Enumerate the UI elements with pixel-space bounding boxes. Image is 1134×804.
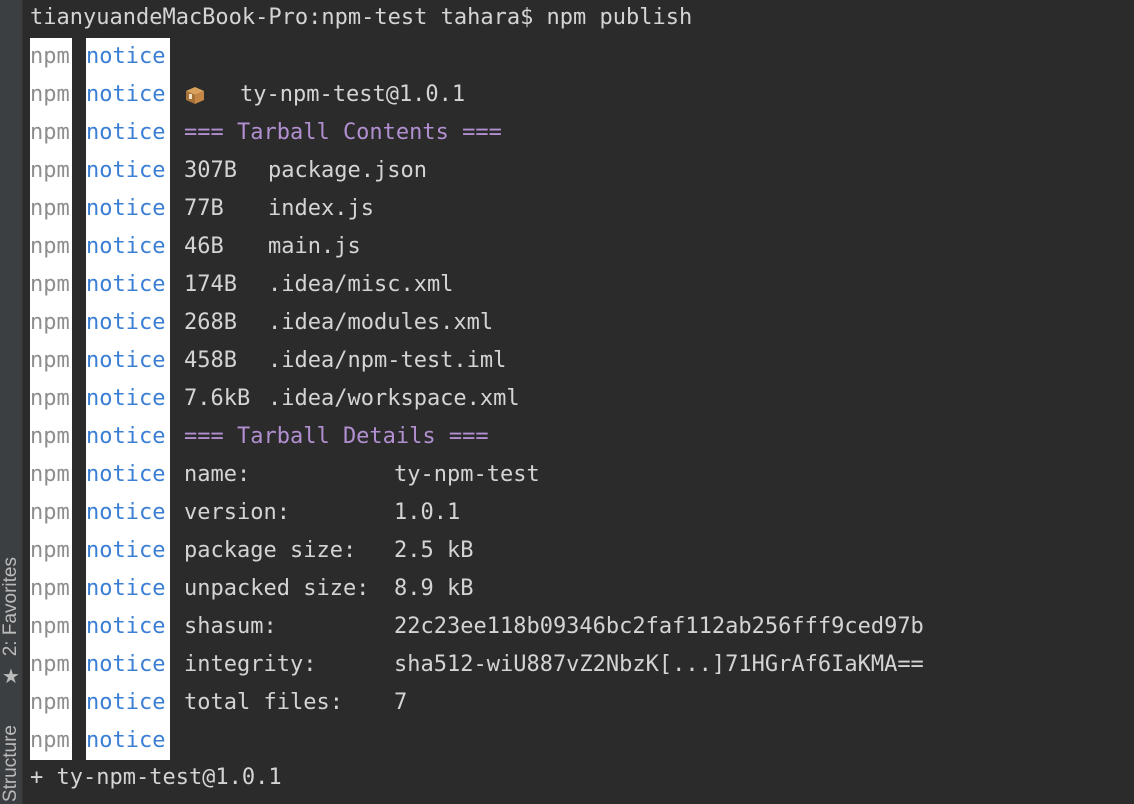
npm-tag: npm <box>30 380 72 418</box>
npm-tag: npm <box>30 494 72 532</box>
detail-line: npm notice version: 1.0.1 <box>30 494 460 532</box>
npm-tag: npm <box>30 76 72 114</box>
notice-tag: notice <box>86 304 170 342</box>
notice-tag: notice <box>86 570 170 608</box>
detail-key: total files: <box>184 690 343 715</box>
file-line: npm notice 174B .idea/misc.xml <box>30 266 453 304</box>
ide-terminal-window: 2: Favorites ★ Structure tianyuandeMacBo… <box>0 0 1134 804</box>
file-size: 7.6kB <box>184 386 251 411</box>
log-line: npm notice === Tarball Details === <box>30 418 489 456</box>
detail-key: unpacked size: <box>184 576 370 601</box>
notice-tag: notice <box>86 114 170 152</box>
npm-tag: npm <box>30 228 72 266</box>
package-icon <box>186 87 204 104</box>
file-path: .idea/npm-test.iml <box>268 348 507 373</box>
file-path: .idea/misc.xml <box>268 272 454 297</box>
detail-value: 2.5 kB <box>394 538 474 563</box>
file-path: .idea/modules.xml <box>268 310 494 335</box>
file-line: npm notice 268B .idea/modules.xml <box>30 304 493 342</box>
detail-line: npm notice package size: 2.5 kB <box>30 532 473 570</box>
structure-tab-label: Structure <box>0 725 21 803</box>
detail-value: 1.0.1 <box>394 500 461 525</box>
notice-tag: notice <box>86 228 170 266</box>
file-line: npm notice 77B index.js <box>30 190 374 228</box>
notice-tag: notice <box>86 646 170 684</box>
log-line: npm notice <box>30 722 170 760</box>
structure-tool-tab[interactable]: Structure <box>0 715 22 804</box>
npm-tag: npm <box>30 266 72 304</box>
detail-value: 8.9 kB <box>394 576 474 601</box>
tarball-contents-heading: === Tarball Contents === <box>184 120 502 145</box>
notice-tag: notice <box>86 722 170 760</box>
npm-tag: npm <box>30 152 72 190</box>
file-line: npm notice 7.6kB .idea/workspace.xml <box>30 380 520 418</box>
detail-key: version: <box>184 500 290 525</box>
log-line: npm notice === Tarball Contents === <box>30 114 502 152</box>
notice-tag: notice <box>86 152 170 190</box>
log-line: npm notice <box>30 38 170 76</box>
npm-tag: npm <box>30 190 72 228</box>
package-id: ty-npm-test@1.0.1 <box>240 82 466 107</box>
npm-tag: npm <box>30 456 72 494</box>
npm-tag: npm <box>30 646 72 684</box>
file-size: 307B <box>184 158 237 183</box>
npm-tag: npm <box>30 608 72 646</box>
notice-tag: notice <box>86 38 170 76</box>
tool-window-strip: 2: Favorites ★ Structure <box>0 0 23 804</box>
terminal-output[interactable]: tianyuandeMacBook-Pro:npm-test tahara$ n… <box>30 0 1134 804</box>
detail-key: package size: <box>184 538 357 563</box>
notice-tag: notice <box>86 608 170 646</box>
notice-tag: notice <box>86 456 170 494</box>
file-path: .idea/workspace.xml <box>268 386 520 411</box>
npm-tag: npm <box>30 532 72 570</box>
notice-tag: notice <box>86 266 170 304</box>
notice-tag: notice <box>86 494 170 532</box>
file-size: 268B <box>184 310 237 335</box>
file-line: npm notice 46B main.js <box>30 228 361 266</box>
file-size: 77B <box>184 196 224 221</box>
file-path: main.js <box>268 234 361 259</box>
tarball-details-heading: === Tarball Details === <box>184 424 489 449</box>
favorites-tab-label: 2: Favorites <box>0 556 21 656</box>
detail-line: npm notice total files: 7 <box>30 684 407 722</box>
detail-key: name: <box>184 462 251 487</box>
npm-tag: npm <box>30 114 72 152</box>
favorites-tool-tab[interactable]: 2: Favorites ★ <box>0 520 22 690</box>
notice-tag: notice <box>86 532 170 570</box>
detail-line: npm notice shasum: 22c23ee118b09346bc2fa… <box>30 608 924 646</box>
npm-tag: npm <box>30 684 72 722</box>
notice-tag: notice <box>86 342 170 380</box>
npm-tag: npm <box>30 304 72 342</box>
file-line: npm notice 307B package.json <box>30 152 427 190</box>
detail-line: npm notice unpacked size: 8.9 kB <box>30 570 473 608</box>
file-path: index.js <box>268 196 374 221</box>
detail-key: integrity: <box>184 652 317 677</box>
star-icon: ★ <box>2 666 20 688</box>
detail-value: sha512-wiU887vZ2NbzK[...]71HGrAf6IaKMA== <box>394 652 924 677</box>
detail-line: npm notice integrity: sha512-wiU887vZ2Nb… <box>30 646 924 684</box>
detail-line: npm notice name: ty-npm-test <box>30 456 540 494</box>
notice-tag: notice <box>86 76 170 114</box>
detail-value: ty-npm-test <box>394 462 540 487</box>
notice-tag: notice <box>86 418 170 456</box>
npm-tag: npm <box>30 342 72 380</box>
log-line: npm notice ty-npm-test@1.0.1 <box>30 76 465 114</box>
notice-tag: notice <box>86 684 170 722</box>
command-prompt-line: tianyuandeMacBook-Pro:npm-test tahara$ n… <box>30 5 693 30</box>
file-line: npm notice 458B .idea/npm-test.iml <box>30 342 506 380</box>
file-size: 174B <box>184 272 237 297</box>
npm-tag: npm <box>30 722 72 760</box>
publish-result-line: + ty-npm-test@1.0.1 <box>30 765 282 790</box>
detail-value: 7 <box>394 690 408 715</box>
file-path: package.json <box>268 158 427 183</box>
file-size: 46B <box>184 234 224 259</box>
file-size: 458B <box>184 348 237 373</box>
npm-tag: npm <box>30 418 72 456</box>
detail-value: 22c23ee118b09346bc2faf112ab256fff9ced97b <box>394 614 924 639</box>
notice-tag: notice <box>86 380 170 418</box>
npm-tag: npm <box>30 38 72 76</box>
notice-tag: notice <box>86 190 170 228</box>
detail-key: shasum: <box>184 614 277 639</box>
npm-tag: npm <box>30 570 72 608</box>
